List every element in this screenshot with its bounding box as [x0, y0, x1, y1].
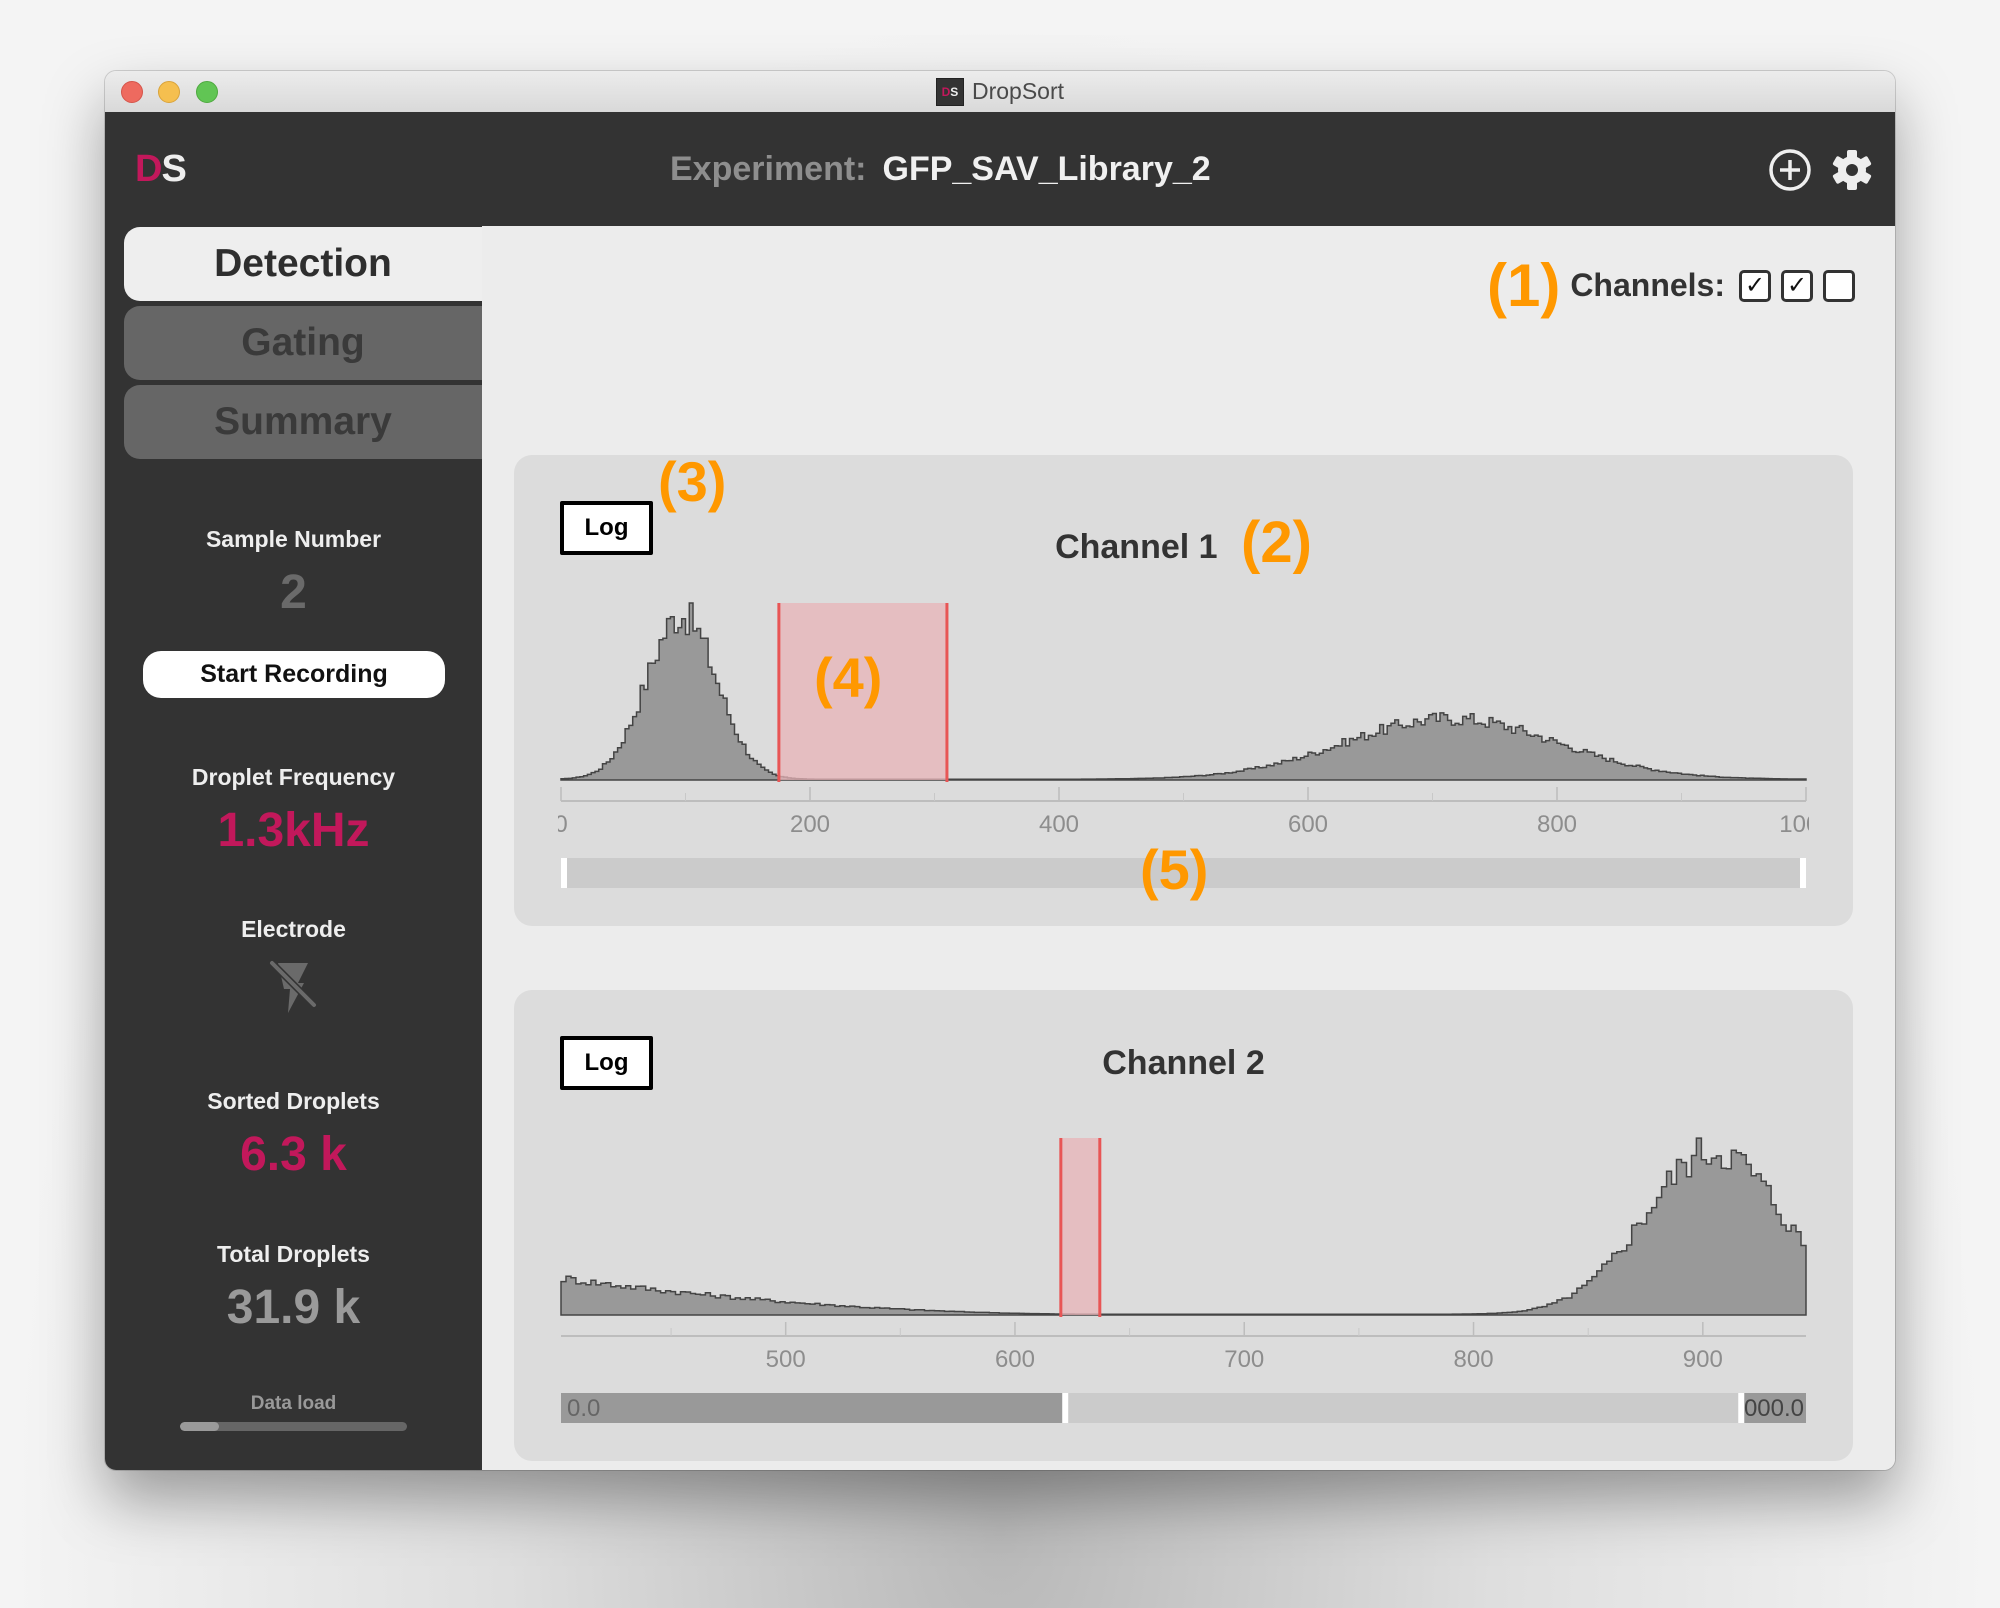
- sorted-droplets-value: 6.3 k: [240, 1128, 347, 1181]
- window-title: DS DropSort: [105, 71, 1895, 112]
- channel-2-card: Log Channel 2 500 600 700 800 900 0.0 1000.0: [514, 990, 1853, 1461]
- sidebar: Detection Gating Summary Sample Number 2…: [105, 226, 482, 1470]
- app-header: DS Experiment: GFP_SAV_Library_2: [105, 112, 1895, 226]
- x-tick-label: 1000: [1779, 811, 1832, 838]
- channel-1-card: Log (3) Channel 1 (2) 0 200 400 600 800 1000 …: [514, 450, 1853, 926]
- x-tick-label: 0: [554, 811, 567, 838]
- sample-number-value: 2: [280, 566, 307, 619]
- start-recording-button[interactable]: Start Recording: [143, 651, 445, 698]
- x-tick-label: 400: [1039, 811, 1079, 838]
- data-load: Data load: [105, 1393, 482, 1415]
- range-slider-min-handle[interactable]: [561, 858, 567, 888]
- histogram-bars: [560, 1137, 1807, 1316]
- x-tick-label: 800: [1537, 811, 1577, 838]
- tab-summary[interactable]: Summary: [124, 385, 482, 459]
- total-droplets-value: 31.9 k: [226, 1281, 361, 1334]
- app-icon-d: D: [941, 84, 951, 99]
- experiment-name[interactable]: GFP_SAV_Library_2: [883, 150, 1211, 188]
- x-tick-label: 200: [790, 811, 830, 838]
- title-bar: DS DropSort: [105, 71, 1895, 113]
- channels-label: Channels:: [1570, 267, 1725, 303]
- x-tick-label: 500: [766, 1346, 806, 1373]
- check-icon: ✓: [1786, 272, 1808, 299]
- experiment-title: Experiment: GFP_SAV_Library_2: [670, 150, 1211, 189]
- channel-2-checkbox[interactable]: ✓: [1781, 269, 1813, 302]
- droplet-frequency-value: 1.3kHz: [217, 804, 370, 857]
- electrode-label: Electrode: [241, 916, 346, 942]
- app-window: DS DropSort DS Experiment: GFP_SAV_Librar…: [105, 71, 1895, 1470]
- logo-s: S: [161, 148, 186, 190]
- channel-1-checkbox[interactable]: ✓: [1739, 269, 1771, 302]
- sample-number-label: Sample Number: [205, 526, 382, 552]
- logo-d: D: [135, 148, 162, 190]
- add-circle-icon: [1769, 149, 1811, 191]
- sorted-droplets: Sorted Droplets 6.3 k: [105, 1088, 482, 1182]
- tab-gating[interactable]: Gating: [124, 306, 482, 380]
- histogram-bars: [560, 602, 1807, 781]
- app-icon-s: S: [950, 84, 959, 99]
- data-load-progress-fill: [180, 1422, 219, 1431]
- app-icon: DS: [935, 77, 964, 106]
- x-tick-label: 700: [1224, 1346, 1264, 1373]
- droplet-frequency-label: Droplet Frequency: [191, 764, 396, 790]
- check-icon: ✓: [1744, 272, 1766, 299]
- x-tick-label: 900: [1683, 1346, 1723, 1373]
- range-slider-min-label: 0.0: [567, 1395, 600, 1422]
- gear-icon: [1832, 150, 1872, 190]
- gate-region: [1060, 1138, 1100, 1315]
- electrode-status: Electrode: [105, 916, 482, 1017]
- annotation-5: (5): [1140, 838, 1209, 901]
- logo: DS: [135, 148, 187, 191]
- x-tick-label: 600: [1288, 811, 1328, 838]
- annotation-4: (4): [814, 646, 883, 709]
- x-tick-label: 600: [995, 1346, 1035, 1373]
- total-droplets: Total Droplets 31.9 k: [105, 1241, 482, 1335]
- add-experiment-button[interactable]: [1767, 147, 1813, 193]
- range-slider-outside-left: [561, 1393, 1066, 1423]
- annotation-1: (1): [1486, 252, 1561, 319]
- settings-button[interactable]: [1829, 147, 1875, 193]
- range-slider-max-handle[interactable]: [1738, 1393, 1745, 1423]
- experiment-label: Experiment:: [670, 150, 867, 188]
- data-load-progress: [180, 1422, 407, 1431]
- channel-selector: (1) Channels: ✓ ✓: [1487, 251, 1855, 320]
- total-droplets-label: Total Droplets: [217, 1241, 370, 1267]
- range-slider-max-handle[interactable]: [1800, 858, 1806, 888]
- sample-number: Sample Number 2: [105, 526, 482, 620]
- window-title-text: DropSort: [971, 78, 1065, 104]
- data-load-label: Data load: [250, 1393, 337, 1414]
- channel-3-checkbox[interactable]: [1823, 269, 1855, 302]
- tab-detection[interactable]: Detection: [124, 227, 482, 301]
- sorted-droplets-label: Sorted Droplets: [207, 1088, 380, 1114]
- x-tick-label: 800: [1454, 1346, 1494, 1373]
- range-slider-min-handle[interactable]: [1062, 1393, 1069, 1423]
- detection-panel: (1) Channels: ✓ ✓ Log (3) Channel 1 (2) …: [482, 226, 1895, 1470]
- droplet-frequency: Droplet Frequency 1.3kHz: [105, 764, 482, 858]
- flash-off-icon: [269, 960, 318, 1013]
- channel-2-histogram[interactable]: 500 600 700 800 9000.0 1000.0: [514, 990, 1853, 1461]
